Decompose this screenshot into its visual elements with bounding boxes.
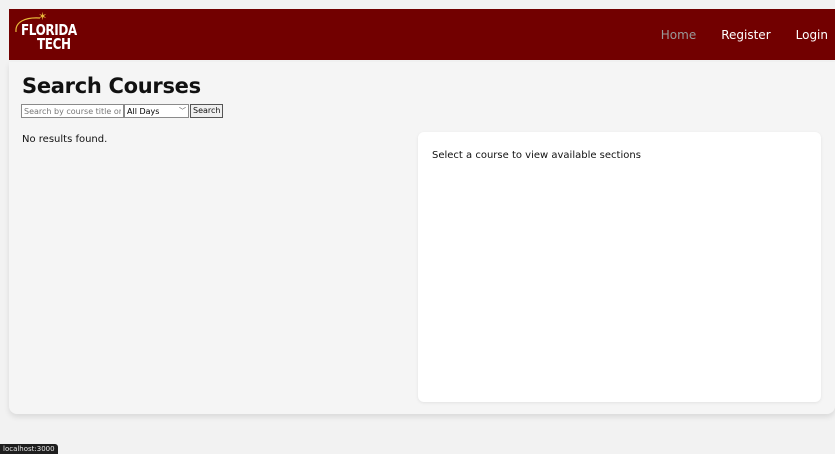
day-filter-select[interactable]: All Days ﹀ [124, 104, 189, 118]
day-filter-value: All Days [127, 106, 160, 116]
nav-login-link[interactable]: Login [796, 28, 828, 42]
course-search-input[interactable] [21, 104, 124, 118]
nav-links: Home Register Login [661, 9, 835, 60]
page-title: Search Courses [22, 74, 201, 98]
florida-tech-logo[interactable]: ✶ FLORIDA TECH [13, 12, 79, 56]
sections-placeholder-text: Select a course to view available sectio… [432, 150, 641, 161]
nav-home-link[interactable]: Home [661, 28, 696, 42]
main-content-card: Search Courses All Days ﹀ Search No resu… [9, 62, 835, 414]
search-button[interactable]: Search [190, 104, 224, 118]
sections-panel: Select a course to view available sectio… [418, 132, 821, 402]
search-controls: All Days ﹀ Search [21, 104, 224, 118]
no-results-message: No results found. [22, 134, 108, 145]
browser-status-url: localhost:3000 [0, 444, 58, 454]
chevron-down-icon: ﹀ [179, 106, 186, 115]
top-navbar: ✶ FLORIDA TECH Home Register Login [9, 9, 835, 60]
logo-text-tech: TECH [37, 35, 71, 53]
nav-register-link[interactable]: Register [721, 28, 770, 42]
